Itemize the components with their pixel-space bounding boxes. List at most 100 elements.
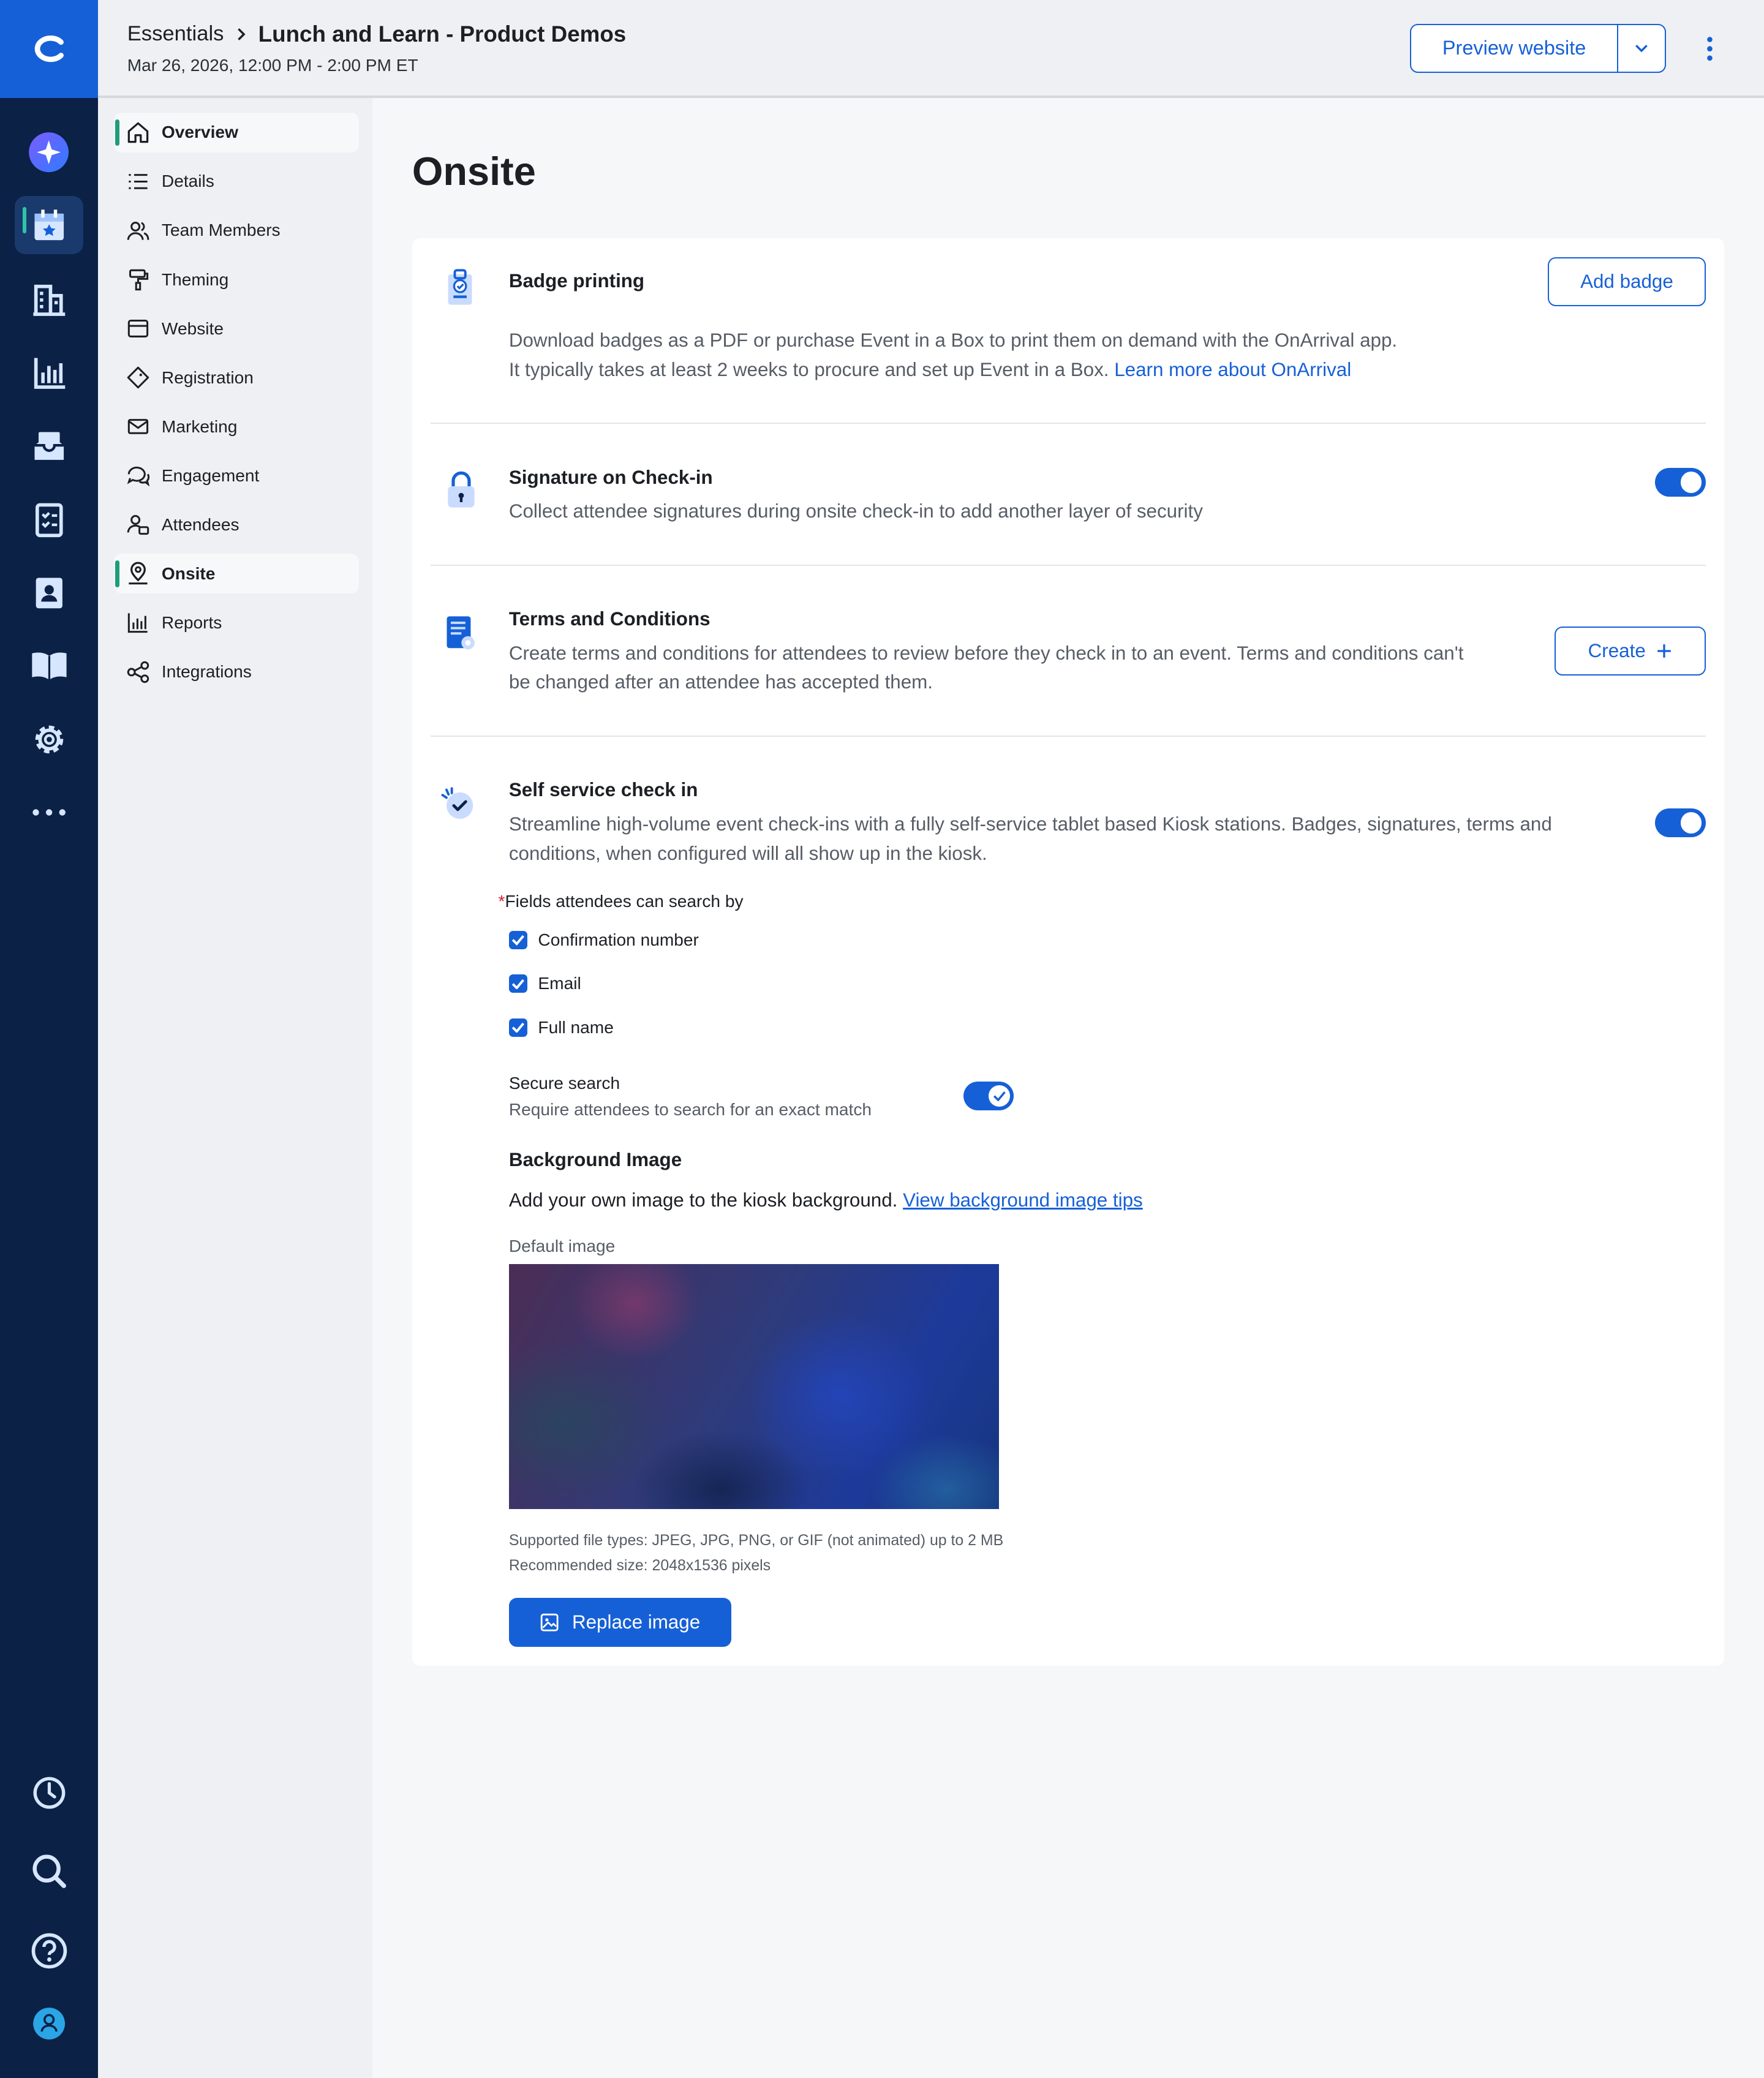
badge-icon bbox=[443, 268, 477, 313]
sidenav-item-team-members[interactable]: Team Members bbox=[114, 211, 359, 250]
paint-roller-icon bbox=[124, 266, 151, 293]
sidenav-item-label: Registration bbox=[161, 367, 254, 387]
field-confirmation-number-checkbox[interactable]: Confirmation number bbox=[508, 930, 699, 950]
background-image-title: Background Image bbox=[508, 1148, 682, 1170]
sidenav-item-onsite[interactable]: Onsite bbox=[114, 554, 360, 594]
top-header: Essentials Lunch and Learn - Product Dem… bbox=[98, 0, 1764, 99]
self-checkin-icon bbox=[439, 786, 478, 831]
sidenav-item-reports[interactable]: Reports bbox=[114, 603, 359, 642]
ticket-icon bbox=[124, 364, 151, 391]
learn-more-onarrival-link[interactable]: Learn more about OnArrival bbox=[1114, 359, 1351, 380]
inbox-icon[interactable] bbox=[15, 418, 84, 476]
list-icon bbox=[124, 168, 151, 195]
gear-icon[interactable] bbox=[15, 710, 84, 769]
share-nodes-icon bbox=[124, 658, 151, 685]
badge-printing-title: Badge printing bbox=[508, 270, 645, 292]
self-service-checkin-description: Streamline high-volume event check-ins w… bbox=[508, 813, 1552, 864]
search-icon[interactable] bbox=[15, 1842, 84, 1900]
chevron-down-icon bbox=[1635, 45, 1648, 53]
sidenav-item-label: Attendees bbox=[161, 514, 239, 534]
clock-icon[interactable] bbox=[15, 1764, 84, 1822]
chevron-right-icon bbox=[238, 28, 246, 40]
logo-icon[interactable] bbox=[0, 0, 99, 99]
badge-printing-description: Download badges as a PDF or purchase Eve… bbox=[508, 329, 1398, 380]
terms-conditions-title: Terms and Conditions bbox=[508, 608, 710, 630]
event-date: Mar 26, 2026, 12:00 PM - 2:00 PM ET bbox=[127, 55, 418, 75]
sidenav-item-details[interactable]: Details bbox=[114, 162, 359, 201]
user-icon[interactable] bbox=[15, 1994, 84, 2052]
preview-website-split-button: Preview website bbox=[1410, 23, 1666, 73]
sidenav-item-label: Integrations bbox=[161, 661, 252, 681]
sidenav-item-label: Overview bbox=[161, 122, 238, 142]
default-image-label: Default image bbox=[508, 1236, 616, 1255]
self-service-checkin-toggle[interactable] bbox=[1655, 808, 1706, 838]
secure-search-description: Require attendees to search for an exact… bbox=[508, 1099, 872, 1119]
chat-icon bbox=[124, 462, 151, 489]
signature-checkin-title: Signature on Check-in bbox=[508, 466, 713, 488]
create-terms-button[interactable]: Create bbox=[1555, 627, 1706, 676]
app-rail bbox=[0, 0, 99, 2078]
lock-icon bbox=[445, 470, 477, 516]
sidenav-item-website[interactable]: Website bbox=[114, 309, 359, 348]
breadcrumb: Essentials Lunch and Learn - Product Dem… bbox=[127, 21, 627, 47]
section-divider bbox=[431, 735, 1706, 737]
background-image-description: Add your own image to the kiosk backgrou… bbox=[508, 1189, 1143, 1211]
sidenav-item-marketing[interactable]: Marketing bbox=[114, 407, 359, 446]
sidenav-item-label: Reports bbox=[161, 612, 222, 632]
add-badge-button[interactable]: Add badge bbox=[1548, 257, 1706, 306]
secure-search-title: Secure search bbox=[508, 1073, 620, 1093]
location-pin-icon bbox=[124, 560, 151, 587]
required-asterisk: * bbox=[498, 892, 505, 911]
browser-icon bbox=[124, 315, 151, 342]
document-icon bbox=[443, 614, 477, 659]
preview-website-button[interactable]: Preview website bbox=[1411, 24, 1619, 72]
calendar-icon[interactable] bbox=[14, 196, 84, 255]
sidenav-item-label: Details bbox=[161, 171, 214, 191]
sidenav-item-overview[interactable]: Overview bbox=[114, 112, 360, 152]
chart-icon[interactable] bbox=[15, 343, 84, 401]
image-icon bbox=[540, 1614, 559, 1632]
building-icon[interactable] bbox=[15, 270, 84, 328]
people-icon bbox=[124, 217, 151, 244]
signature-checkin-description: Collect attendee signatures during onsit… bbox=[508, 500, 1203, 522]
field-full-name-checkbox[interactable]: Full name bbox=[508, 1018, 614, 1037]
more-icon[interactable] bbox=[15, 783, 84, 841]
breadcrumb-parent[interactable]: Essentials bbox=[127, 22, 224, 46]
secure-search-toggle[interactable] bbox=[963, 1081, 1014, 1111]
sidenav-item-integrations[interactable]: Integrations bbox=[114, 652, 359, 692]
check-icon bbox=[993, 1091, 1006, 1101]
field-email-checkbox[interactable]: Email bbox=[508, 974, 581, 993]
sidenav-item-theming[interactable]: Theming bbox=[114, 260, 359, 299]
preview-options-button[interactable] bbox=[1618, 25, 1665, 72]
kiosk-background-preview bbox=[508, 1264, 1000, 1510]
book-icon[interactable] bbox=[15, 636, 84, 695]
terms-conditions-description: Create terms and conditions for attendee… bbox=[508, 642, 1464, 693]
replace-image-button[interactable]: Replace image bbox=[508, 1598, 732, 1647]
sidenav-item-engagement[interactable]: Engagement bbox=[114, 456, 359, 495]
sidenav-item-attendees[interactable]: Attendees bbox=[114, 505, 359, 544]
checkbox-checked-icon bbox=[508, 1018, 528, 1037]
upload-requirements: Supported file types: JPEG, JPG, PNG, or… bbox=[508, 1531, 1004, 1574]
sidenav-item-label: Team Members bbox=[161, 220, 281, 240]
page-title: Onsite bbox=[412, 149, 536, 194]
help-icon[interactable] bbox=[15, 1921, 84, 1979]
background-image-tips-link[interactable]: View background image tips bbox=[903, 1189, 1143, 1211]
ai-assistant-icon[interactable] bbox=[15, 123, 84, 181]
contact-card-icon[interactable] bbox=[15, 563, 84, 622]
sidenav-item-label: Theming bbox=[161, 269, 229, 289]
onsite-settings-card: Badge printing Add badge Download badges… bbox=[412, 238, 1724, 1666]
search-fields-label: *Fields attendees can search by bbox=[498, 892, 744, 911]
home-icon bbox=[124, 119, 151, 146]
sidenav-item-registration[interactable]: Registration bbox=[114, 358, 359, 397]
section-divider bbox=[431, 564, 1706, 566]
checkbox-checked-icon bbox=[508, 930, 528, 950]
signature-checkin-toggle[interactable] bbox=[1655, 467, 1706, 497]
checklist-icon[interactable] bbox=[15, 491, 84, 549]
attendees-icon bbox=[124, 511, 151, 538]
bar-chart-icon bbox=[124, 609, 151, 636]
sidenav-item-label: Onsite bbox=[161, 563, 216, 583]
sidenav-item-label: Website bbox=[161, 318, 224, 338]
kebab-menu-icon[interactable] bbox=[1697, 32, 1723, 66]
mail-icon bbox=[124, 413, 151, 440]
sidenav-item-label: Marketing bbox=[161, 416, 238, 436]
